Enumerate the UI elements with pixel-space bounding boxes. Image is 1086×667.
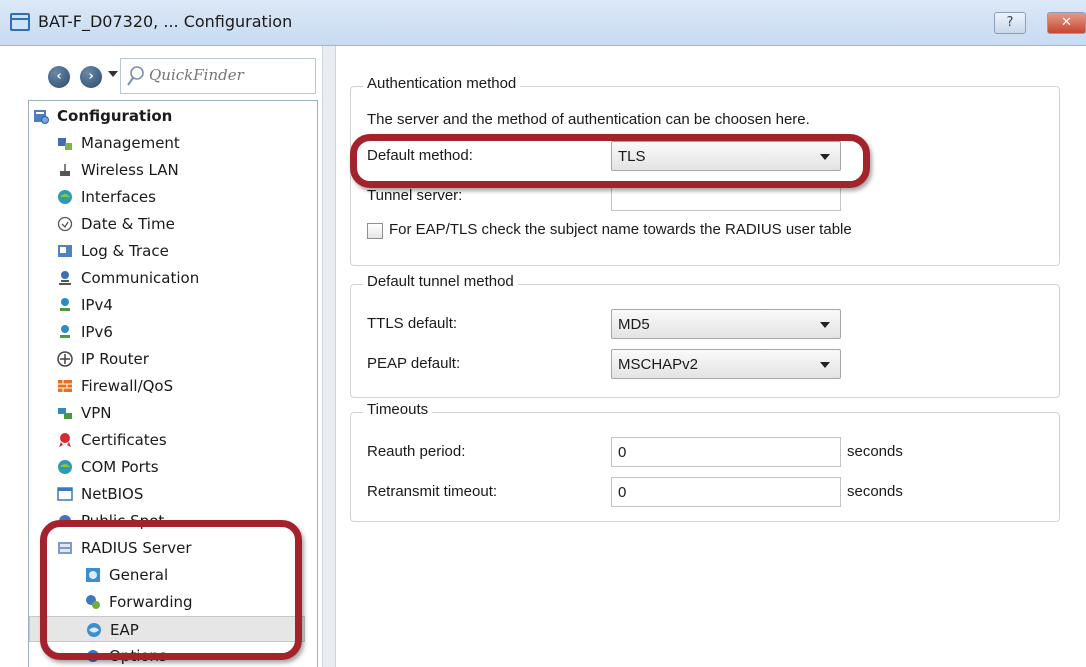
auth-description: The server and the method of authenticat… xyxy=(367,111,810,128)
certificate-icon xyxy=(59,433,71,447)
navigation-toolbar: ‹ › xyxy=(0,46,322,100)
eap-tls-check-label: For EAP/TLS check the subject name towar… xyxy=(389,221,852,238)
eap-icon xyxy=(87,623,101,637)
general-icon xyxy=(86,568,100,582)
peap-default-value: MSCHAPv2 xyxy=(618,356,699,373)
tunnel-server-label: Tunnel server: xyxy=(367,187,463,204)
vpn-icon xyxy=(58,408,72,419)
com-ports-icon xyxy=(58,460,72,474)
retransmit-timeout-label: Retransmit timeout: xyxy=(367,483,498,500)
eap-tls-check-checkbox[interactable] xyxy=(367,223,383,239)
network-icon xyxy=(60,298,70,311)
quickfinder-box[interactable] xyxy=(120,58,316,94)
configuration-tree: Configuration Management Wireless LAN In… xyxy=(28,100,318,667)
app-window-icon xyxy=(10,13,30,31)
navigation-pane: ‹ › Configuration Management Wireless LA xyxy=(0,46,322,667)
ttls-default-label: TTLS default: xyxy=(367,315,458,332)
chevron-down-icon xyxy=(820,362,830,368)
router-icon xyxy=(57,351,73,367)
forward-arrow-icon[interactable]: › xyxy=(80,66,102,88)
interfaces-icon xyxy=(58,190,72,204)
authentication-method-title: Authentication method xyxy=(363,75,521,92)
pane-splitter[interactable] xyxy=(322,46,336,667)
window-title-bar: BAT-F_D07320, ... Configuration ? ✕ xyxy=(0,0,1086,46)
chevron-down-icon xyxy=(820,322,830,328)
clock-icon xyxy=(57,216,73,232)
tunnel-server-input[interactable] xyxy=(611,181,841,211)
default-method-value: TLS xyxy=(618,148,646,165)
communication-icon xyxy=(59,271,71,285)
log-icon xyxy=(58,245,72,257)
configuration-icon xyxy=(34,110,49,124)
default-tunnel-method-title: Default tunnel method xyxy=(363,273,518,290)
public-spot-icon xyxy=(59,515,71,527)
wireless-icon xyxy=(60,164,70,176)
authentication-method-group: Authentication method The server and the… xyxy=(350,75,1060,266)
peap-default-label: PEAP default: xyxy=(367,355,461,372)
search-icon xyxy=(127,66,144,86)
back-arrow-icon[interactable]: ‹ xyxy=(48,66,70,88)
history-dropdown-icon[interactable] xyxy=(108,71,118,77)
default-method-label: Default method: xyxy=(367,147,473,164)
retransmit-timeout-input[interactable]: 0 xyxy=(611,477,841,507)
timeouts-title: Timeouts xyxy=(363,401,433,418)
help-button[interactable]: ? xyxy=(994,12,1026,34)
forwarding-icon xyxy=(86,595,100,609)
settings-pane: Authentication method The server and the… xyxy=(336,46,1086,667)
window-title: BAT-F_D07320, ... Configuration xyxy=(38,12,293,31)
default-method-select[interactable]: TLS xyxy=(611,141,841,171)
tree-item-radius-eap[interactable]: EAP xyxy=(29,616,305,642)
timeouts-group: Timeouts Reauth period: 0 seconds Retran… xyxy=(350,401,1060,522)
firewall-icon xyxy=(58,380,72,392)
chevron-down-icon xyxy=(820,154,830,160)
options-icon xyxy=(87,650,99,662)
radius-server-icon xyxy=(58,542,72,554)
reauth-unit-label: seconds xyxy=(847,443,903,460)
network-icon xyxy=(60,325,70,338)
ttls-default-select[interactable]: MD5 xyxy=(611,309,841,339)
reauth-period-label: Reauth period: xyxy=(367,443,466,460)
netbios-icon xyxy=(57,487,73,501)
reauth-period-input[interactable]: 0 xyxy=(611,437,841,467)
default-tunnel-method-group: Default tunnel method TTLS default: MD5 … xyxy=(350,273,1060,398)
close-button[interactable]: ✕ xyxy=(1047,12,1086,34)
quickfinder-input[interactable] xyxy=(149,66,309,84)
retransmit-unit-label: seconds xyxy=(847,483,903,500)
management-icon xyxy=(58,138,72,150)
peap-default-select[interactable]: MSCHAPv2 xyxy=(611,349,841,379)
ttls-default-value: MD5 xyxy=(618,316,650,333)
